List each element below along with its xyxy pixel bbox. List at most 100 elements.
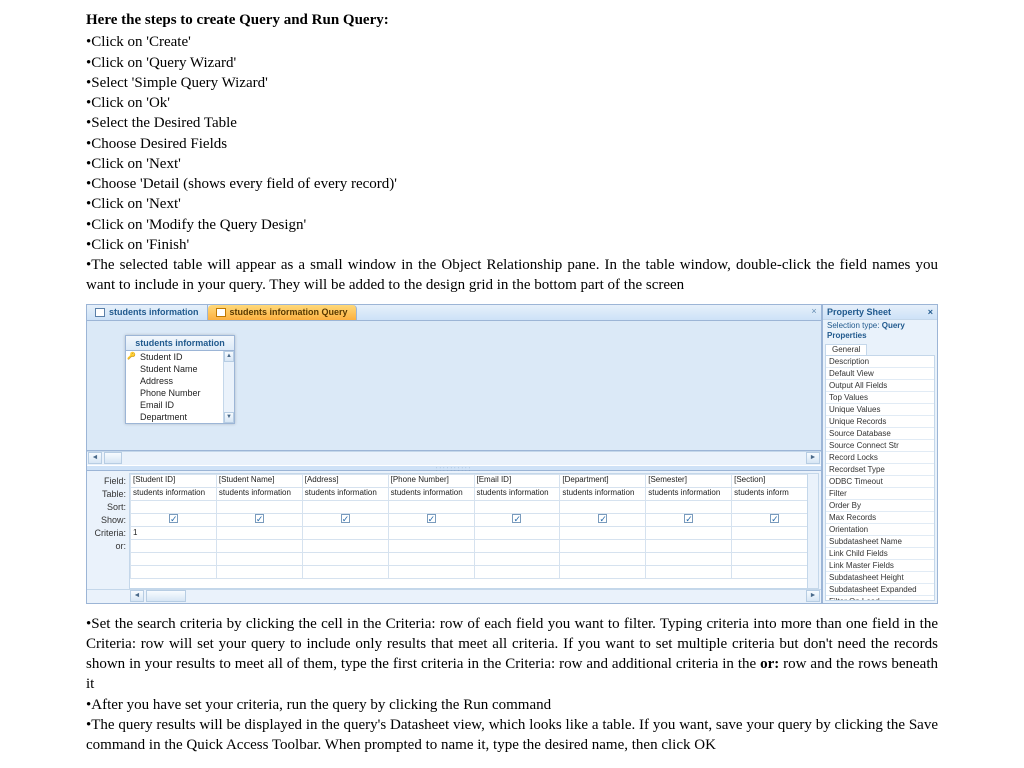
property-tab-general[interactable]: General	[825, 344, 867, 356]
show-checkbox[interactable]	[512, 514, 521, 523]
grid-cell[interactable]	[560, 527, 646, 540]
scroll-up-icon[interactable]: ▲	[224, 351, 234, 362]
grid-cell[interactable]	[131, 500, 217, 513]
grid-cell[interactable]: students information	[388, 487, 474, 500]
grid-row-sort[interactable]	[131, 500, 818, 513]
grid-cell[interactable]: students information	[474, 487, 560, 500]
grid-cell[interactable]	[302, 527, 388, 540]
grid-row-criteria[interactable]: 1	[131, 527, 818, 540]
property-row[interactable]: Unique Values	[826, 404, 934, 416]
scroll-right-icon[interactable]: ►	[806, 452, 820, 464]
grid-cell[interactable]: [Student Name]	[216, 474, 302, 487]
relationship-pane-hscroll[interactable]: ◄ ►	[87, 451, 821, 465]
object-relationship-pane[interactable]: students information Student ID Student …	[87, 321, 821, 451]
grid-cell[interactable]	[474, 527, 560, 540]
grid-cell[interactable]: students inform	[732, 487, 818, 500]
property-row[interactable]: Description	[826, 356, 934, 368]
table-field[interactable]: Student ID	[126, 351, 234, 363]
table-field[interactable]: Department	[126, 411, 234, 423]
scroll-right-icon[interactable]: ►	[806, 590, 820, 602]
grid-cell[interactable]	[474, 513, 560, 527]
show-checkbox[interactable]	[598, 514, 607, 523]
scroll-thumb[interactable]	[146, 590, 186, 602]
property-row[interactable]: Default View	[826, 368, 934, 380]
show-checkbox[interactable]	[770, 514, 779, 523]
property-row[interactable]: Unique Records	[826, 416, 934, 428]
property-row[interactable]: Source Connect Str	[826, 440, 934, 452]
grid-cell[interactable]	[216, 527, 302, 540]
grid-cell[interactable]	[732, 540, 818, 553]
property-row[interactable]: Link Master Fields	[826, 560, 934, 572]
grid-row-show[interactable]	[131, 513, 818, 527]
table-field[interactable]: Phone Number	[126, 387, 234, 399]
grid-cell[interactable]	[732, 527, 818, 540]
property-row[interactable]: Subdatasheet Height	[826, 572, 934, 584]
property-row[interactable]: Recordset Type	[826, 464, 934, 476]
grid-cell[interactable]: students information	[560, 487, 646, 500]
grid-cell[interactable]: 1	[131, 527, 217, 540]
grid-cell[interactable]	[302, 513, 388, 527]
grid-cell[interactable]: students information	[646, 487, 732, 500]
query-grid[interactable]: [Student ID] [Student Name] [Address] [P…	[129, 473, 819, 589]
grid-cell[interactable]: [Department]	[560, 474, 646, 487]
grid-cell[interactable]: [Student ID]	[131, 474, 217, 487]
grid-cell[interactable]	[646, 513, 732, 527]
scroll-left-icon[interactable]: ◄	[88, 452, 102, 464]
grid-vertical-scrollbar[interactable]	[807, 474, 818, 588]
property-row[interactable]: Max Records	[826, 512, 934, 524]
grid-cell[interactable]	[560, 513, 646, 527]
grid-row-field[interactable]: [Student ID] [Student Name] [Address] [P…	[131, 474, 818, 487]
grid-cell[interactable]	[388, 540, 474, 553]
table-window-students-information[interactable]: students information Student ID Student …	[125, 335, 235, 424]
grid-cell[interactable]	[131, 540, 217, 553]
grid-cell[interactable]	[474, 540, 560, 553]
tab-students-information[interactable]: students information	[87, 305, 208, 320]
grid-cell[interactable]	[646, 500, 732, 513]
close-icon[interactable]: ×	[807, 305, 821, 319]
property-row[interactable]: ODBC Timeout	[826, 476, 934, 488]
table-field[interactable]: Email ID	[126, 399, 234, 411]
grid-cell[interactable]	[388, 527, 474, 540]
property-list[interactable]: DescriptionDefault ViewOutput All Fields…	[825, 355, 935, 600]
property-row[interactable]: Source Database	[826, 428, 934, 440]
grid-cell[interactable]: students information	[216, 487, 302, 500]
grid-cell[interactable]	[131, 513, 217, 527]
grid-cell[interactable]	[560, 500, 646, 513]
close-icon[interactable]: ×	[928, 306, 933, 318]
grid-cell[interactable]	[646, 527, 732, 540]
grid-cell[interactable]	[732, 513, 818, 527]
scroll-down-icon[interactable]: ▼	[224, 412, 234, 423]
grid-cell[interactable]	[732, 500, 818, 513]
grid-row-blank[interactable]	[131, 553, 818, 566]
grid-cell[interactable]: [Address]	[302, 474, 388, 487]
grid-cell[interactable]	[302, 500, 388, 513]
grid-cell[interactable]	[388, 500, 474, 513]
property-row[interactable]: Subdatasheet Name	[826, 536, 934, 548]
grid-cell[interactable]	[216, 500, 302, 513]
scroll-left-icon[interactable]: ◄	[130, 590, 144, 602]
property-row[interactable]: Filter On Load	[826, 596, 934, 600]
grid-cell[interactable]: [Phone Number]	[388, 474, 474, 487]
show-checkbox[interactable]	[169, 514, 178, 523]
show-checkbox[interactable]	[427, 514, 436, 523]
property-row[interactable]: Orientation	[826, 524, 934, 536]
grid-cell[interactable]: [Semester]	[646, 474, 732, 487]
table-field[interactable]: Address	[126, 375, 234, 387]
property-row[interactable]: Record Locks	[826, 452, 934, 464]
design-grid-hscroll[interactable]: ◄ ►	[87, 589, 821, 603]
grid-row-table[interactable]: students information students informatio…	[131, 487, 818, 500]
scroll-thumb[interactable]	[104, 452, 122, 464]
property-row[interactable]: Link Child Fields	[826, 548, 934, 560]
grid-cell[interactable]: [Section]	[732, 474, 818, 487]
property-row[interactable]: Order By	[826, 500, 934, 512]
grid-cell[interactable]	[646, 540, 732, 553]
property-row[interactable]: Filter	[826, 488, 934, 500]
grid-cell[interactable]: students information	[131, 487, 217, 500]
grid-row-blank[interactable]	[131, 566, 818, 579]
grid-cell[interactable]	[560, 540, 646, 553]
grid-cell[interactable]: [Email ID]	[474, 474, 560, 487]
show-checkbox[interactable]	[255, 514, 264, 523]
property-row[interactable]: Top Values	[826, 392, 934, 404]
property-row[interactable]: Output All Fields	[826, 380, 934, 392]
grid-row-or[interactable]	[131, 540, 818, 553]
